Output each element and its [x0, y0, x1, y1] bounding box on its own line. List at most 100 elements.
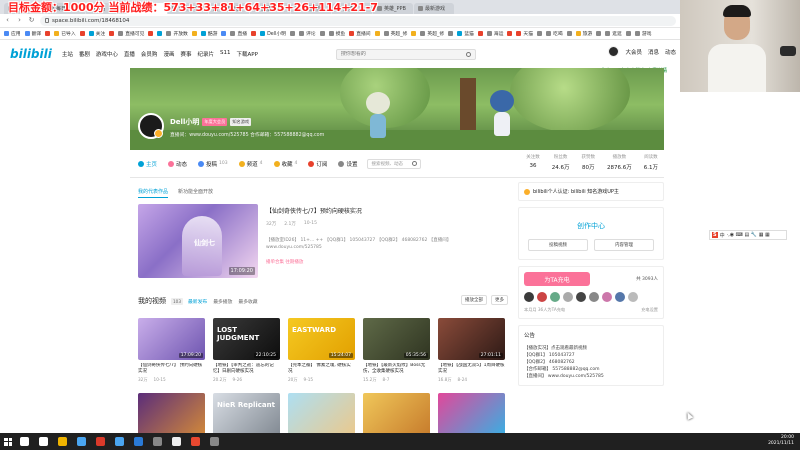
search-icon[interactable]: [465, 51, 471, 57]
bookmark-item[interactable]: 吃喝: [546, 30, 563, 37]
header-right-msg[interactable]: 消息: [648, 48, 659, 56]
charge-avatar[interactable]: [563, 292, 573, 302]
bookmark-item[interactable]: [537, 31, 543, 36]
taskbar-app-icon[interactable]: [191, 437, 200, 446]
forward-icon[interactable]: ›: [16, 17, 23, 24]
bookmark-item[interactable]: [45, 31, 51, 36]
charge-avatar[interactable]: [589, 292, 599, 302]
bookmark-item[interactable]: 关注: [88, 30, 105, 37]
bookmark-item[interactable]: 应用: [4, 30, 21, 37]
header-nav-item[interactable]: S11: [220, 50, 231, 58]
bookmark-item[interactable]: [109, 31, 115, 36]
video-card[interactable]: [288, 393, 355, 435]
profile-sign[interactable]: 直播间：www.douyu.com/525785 合作邮箱：557588882@…: [170, 131, 324, 138]
representative-title[interactable]: 【仙剑奇侠传七/7】预约向硬核实况: [266, 206, 506, 215]
taskbar-app-icon[interactable]: [39, 437, 48, 446]
bookmark-item[interactable]: 逛逛: [605, 30, 622, 37]
content-manage-button[interactable]: 内容管理: [594, 239, 654, 251]
charge-avatar[interactable]: [628, 292, 638, 302]
bookmark-item[interactable]: 英超_修: [383, 30, 407, 37]
video-thumbnail[interactable]: NieR Replicant: [213, 393, 280, 435]
bookmark-item[interactable]: [477, 31, 483, 36]
video-thumbnail[interactable]: 17:09:20: [138, 318, 205, 360]
ime-mode[interactable]: 中: [720, 232, 725, 239]
profile-stat[interactable]: 播放数 2876.6万: [607, 154, 632, 171]
profile-stat[interactable]: 粉丝数 24.6万: [552, 154, 570, 171]
profile-stat[interactable]: 关注数 36: [526, 154, 540, 171]
taskbar-app-icon[interactable]: [115, 437, 124, 446]
video-thumbnail[interactable]: EASTWARD 15:24:07: [288, 318, 355, 360]
charge-avatar[interactable]: [524, 292, 534, 302]
header-right-vip[interactable]: 大会员: [625, 48, 642, 56]
bookmark-item[interactable]: 开放数: [166, 30, 188, 37]
bookmark-item[interactable]: [289, 31, 295, 36]
system-tray-clock[interactable]: 20:00 2021/11/11: [768, 435, 794, 447]
back-icon[interactable]: ‹: [4, 17, 11, 24]
header-nav-item[interactable]: 下载APP: [236, 50, 257, 58]
video-thumbnail[interactable]: 27:01:11: [438, 318, 505, 360]
bookmark-item[interactable]: 已导入: [54, 30, 76, 37]
profile-nav-item[interactable]: 订阅: [308, 160, 327, 168]
bookmark-item[interactable]: 英超_修: [420, 30, 444, 37]
windows-start-icon[interactable]: [4, 437, 12, 446]
bookmark-item[interactable]: [566, 31, 572, 36]
taskbar-app-icon[interactable]: [134, 437, 143, 446]
video-card[interactable]: NieR Replicant: [213, 393, 280, 435]
bookmark-item[interactable]: [374, 31, 380, 36]
browser-tab[interactable]: 最新游戏: [414, 3, 454, 14]
bookmark-item[interactable]: [596, 31, 602, 36]
video-thumbnail[interactable]: [438, 393, 505, 435]
charge-avatar[interactable]: [537, 292, 547, 302]
header-nav-item[interactable]: 赛事: [180, 50, 191, 58]
bookmark-item[interactable]: [319, 31, 325, 36]
video-title[interactable]: 【地铁】【最新火焰纹】Boss无伤，全收集硬核实况: [363, 363, 430, 375]
bookmark-item[interactable]: [448, 31, 454, 36]
sort-option[interactable]: 最多收藏: [238, 298, 257, 305]
profile-stat[interactable]: 阅读数 6.1万: [644, 154, 658, 171]
video-card[interactable]: [138, 393, 205, 435]
charge-button[interactable]: 为TA充电: [524, 272, 590, 286]
charge-avatar[interactable]: [576, 292, 586, 302]
sort-option[interactable]: 最新发布: [188, 298, 207, 305]
bookmark-item[interactable]: [157, 31, 163, 36]
bookmark-item[interactable]: 翻译: [24, 30, 41, 37]
charge-settings-link[interactable]: 充电设置: [641, 307, 658, 313]
header-nav-item[interactable]: 游戏中心: [96, 50, 118, 58]
bookmark-item[interactable]: [411, 31, 417, 36]
video-title[interactable]: 【完本之瓣】 像素之魂, 硬核实况: [288, 363, 355, 375]
upload-video-button[interactable]: 投稿视频: [528, 239, 588, 251]
profile-nav-item[interactable]: 收藏 4: [273, 160, 297, 168]
header-search-input[interactable]: [340, 51, 451, 57]
charge-avatar[interactable]: [615, 292, 625, 302]
bookmark-item[interactable]: [148, 31, 154, 36]
representative-tab[interactable]: 新功能全面开放: [178, 188, 213, 198]
video-card[interactable]: [438, 393, 505, 435]
bookmark-item[interactable]: 酷游: [200, 30, 217, 37]
header-nav-item[interactable]: 会员购: [141, 50, 158, 58]
video-card[interactable]: LOST JUDGMENT 22:10:25 【地铁】【审判之逝：遗忘的记忆】日剧向…: [213, 318, 280, 383]
taskbar-app-icon[interactable]: [20, 437, 29, 446]
bookmark-item[interactable]: 直播间: [349, 30, 371, 37]
video-title[interactable]: 【地铁】【战国无双5】1周目硬核实况: [438, 363, 505, 375]
taskbar-app-icon[interactable]: [210, 437, 219, 446]
header-nav-item[interactable]: 漫画: [163, 50, 174, 58]
bookmark-item[interactable]: 直播: [230, 30, 247, 37]
video-card[interactable]: 17:09:20 【仙剑奇侠传七/7】 预约向硬核实况 32万 10-15: [138, 318, 205, 383]
bookmark-item[interactable]: [625, 31, 631, 36]
video-thumbnail[interactable]: [363, 393, 430, 435]
bookmark-item[interactable]: 直播可见: [118, 30, 144, 37]
bookmark-item[interactable]: [221, 31, 227, 36]
profile-nav-item[interactable]: 设置: [338, 160, 357, 168]
taskbar-app-icon[interactable]: [172, 437, 181, 446]
profile-nav-item[interactable]: 主页: [138, 160, 157, 168]
bookmark-item[interactable]: 摸鱼: [328, 30, 345, 37]
taskbar-app-icon[interactable]: [96, 437, 105, 446]
bookmark-item[interactable]: [191, 31, 197, 36]
video-card[interactable]: EASTWARD 15:24:07 【完本之瓣】 像素之魂, 硬核实况 20万 9-15: [288, 318, 355, 383]
header-nav-item[interactable]: 直播: [124, 50, 135, 58]
play-all-button[interactable]: 播放全部: [461, 295, 487, 305]
bilibili-logo[interactable]: bilibili: [10, 47, 52, 61]
video-title[interactable]: 【仙剑奇侠传七/7】 预约向硬核实况: [138, 363, 205, 375]
charge-avatar[interactable]: [602, 292, 612, 302]
video-card[interactable]: 05:35:56 【地铁】【最新火焰纹】Boss无伤，全收集硬核实况 15.2万 8-…: [363, 318, 430, 383]
